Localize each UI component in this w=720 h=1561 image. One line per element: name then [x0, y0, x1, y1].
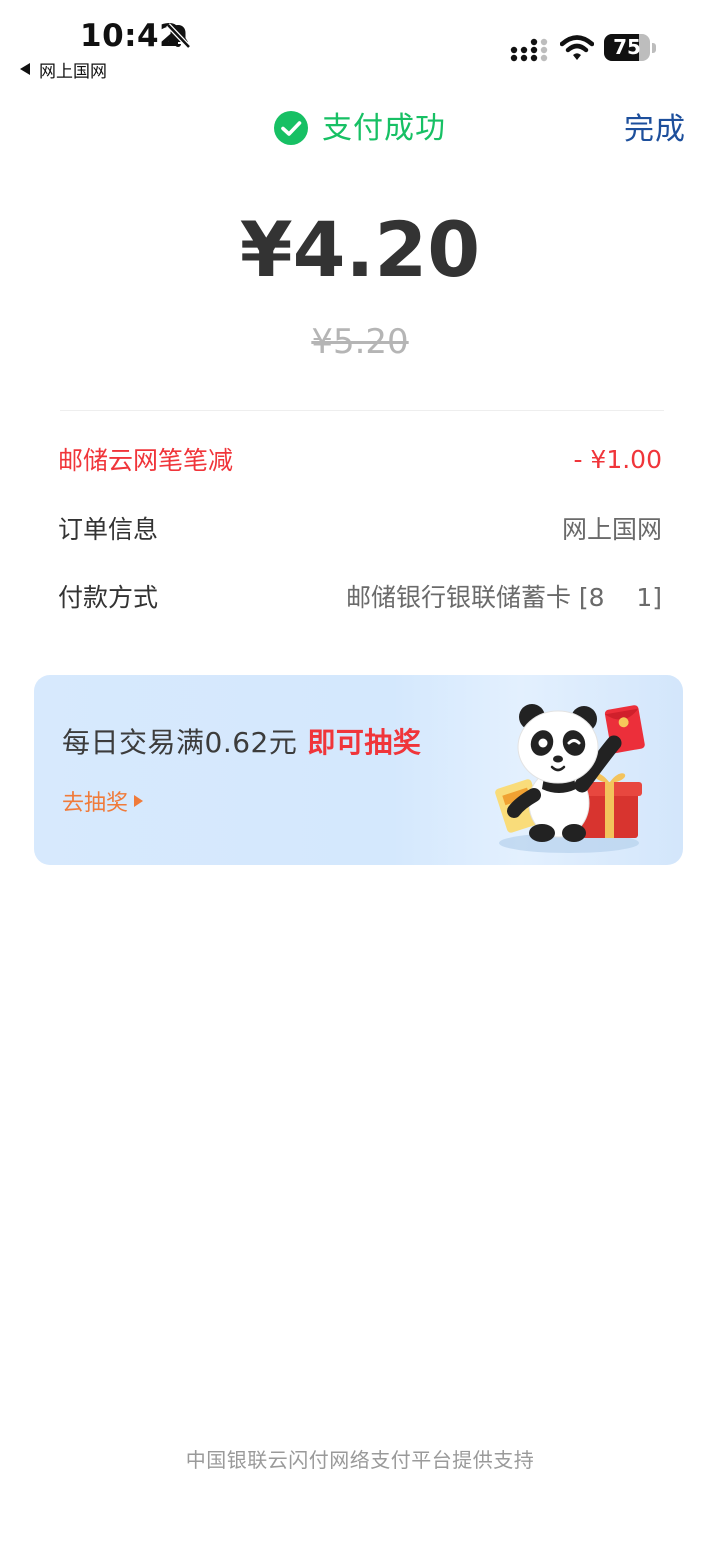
signal-icon	[510, 38, 548, 62]
divider	[60, 410, 664, 411]
original-amount: ¥5.20	[311, 322, 409, 362]
order-info-row: 订单信息 网上国网	[58, 508, 662, 548]
order-info-value: 网上国网	[561, 515, 662, 544]
play-triangle-icon	[134, 795, 144, 807]
back-to-app-link[interactable]: 网上国网	[20, 58, 107, 82]
paid-amount: ¥4.20	[239, 205, 481, 294]
wifi-icon	[560, 35, 594, 60]
panda-mascot-illustration	[495, 704, 645, 853]
lottery-promo-banner[interactable]: 每日交易满0.62元 即可抽奖 去抽奖	[34, 675, 683, 865]
battery-level: 75	[613, 35, 641, 59]
payment-method-row: 付款方式 邮储银行银联储蓄卡 [8 1]	[58, 576, 662, 616]
go-lottery-link[interactable]: 去抽奖	[62, 785, 144, 817]
discount-row: 邮储云网笔笔减 - ¥1.00	[58, 439, 662, 479]
payment-method-value: 邮储银行银联储蓄卡 [8 1]	[345, 583, 662, 612]
go-lottery-label: 去抽奖	[62, 791, 129, 816]
check-circle-icon	[274, 111, 308, 145]
payment-status: 支付成功	[0, 100, 720, 150]
bell-slash-icon	[166, 23, 191, 49]
back-arrow-icon	[20, 63, 30, 75]
done-button[interactable]: 完成	[624, 104, 686, 148]
discount-label: 邮储云网笔笔减	[58, 446, 234, 475]
battery-icon: 75	[604, 34, 656, 62]
payment-result-page: 10:42 网上国网 75 支付成功 完成 ¥4.20 ¥5.20 邮储云网笔笔…	[0, 0, 720, 1561]
promo-title: 每日交易满0.62元 即可抽奖	[62, 721, 421, 761]
promo-title-text: 每日交易满0.62元	[62, 726, 298, 759]
status-title: 支付成功	[322, 111, 446, 146]
discount-value: - ¥1.00	[573, 444, 662, 474]
payment-method-label: 付款方式	[58, 583, 159, 612]
back-app-label: 网上国网	[39, 61, 107, 82]
order-info-label: 订单信息	[58, 515, 159, 544]
promo-highlight: 即可抽奖	[307, 726, 422, 759]
footer-support-text: 中国银联云闪付网络支付平台提供支持	[185, 1448, 535, 1472]
